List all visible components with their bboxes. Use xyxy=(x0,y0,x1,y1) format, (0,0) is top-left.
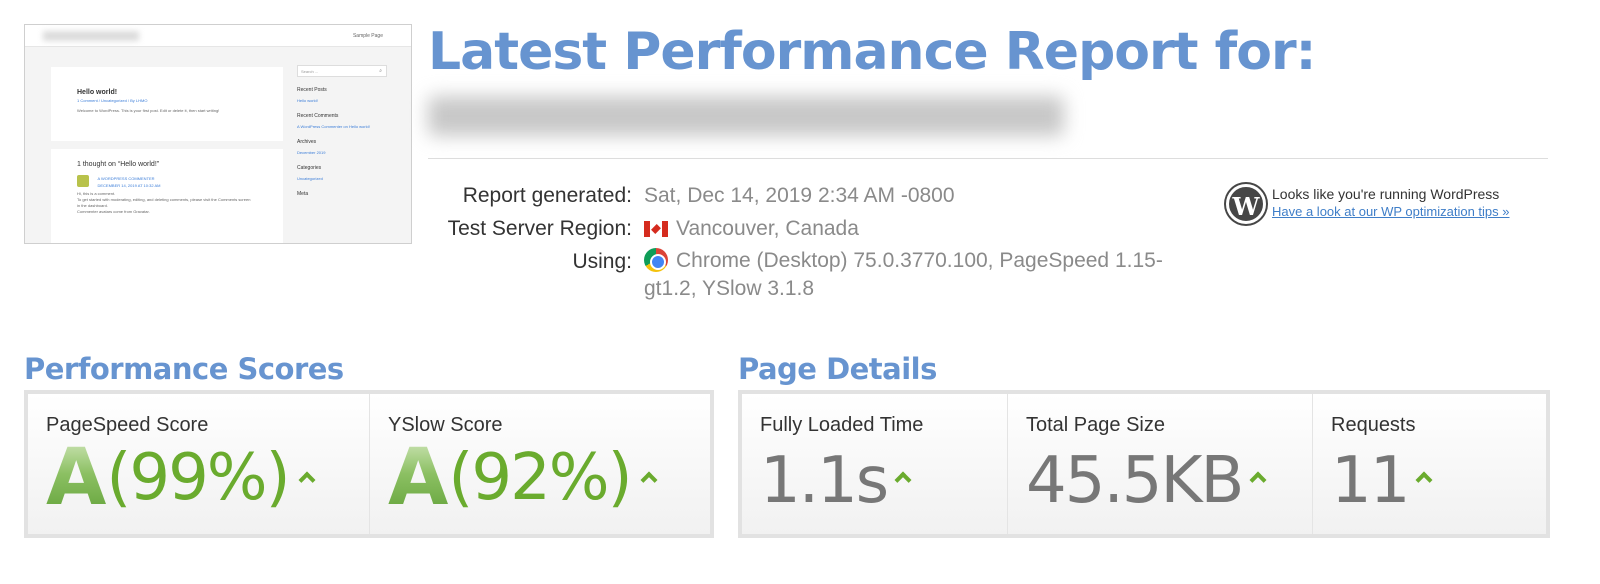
requests-cell[interactable]: Requests 11 xyxy=(1313,394,1546,534)
thumbnail-sidebar-heading: Categories xyxy=(297,165,322,171)
performance-scores-title: Performance Scores xyxy=(24,352,344,386)
chrome-icon xyxy=(644,248,668,272)
report-generated-value: Sat, Dec 14, 2019 2:34 AM -0800 xyxy=(644,184,955,207)
test-server-region-label: Test Server Region: xyxy=(447,217,632,240)
requests-value: 11 xyxy=(1331,444,1410,518)
thumbnail-site-name-blurred xyxy=(43,31,139,41)
fully-loaded-time-value: 1.1s xyxy=(760,444,889,518)
page-title: Latest Performance Report for: xyxy=(428,22,1316,82)
thumbnail-comment-date: DECEMBER 14, 2019 AT 10:32 AM xyxy=(97,183,161,188)
arrow-up-icon xyxy=(894,471,912,489)
divider xyxy=(428,158,1548,159)
thumbnail-sidebar-heading: Recent Comments xyxy=(297,113,339,119)
search-icon: ⌕ xyxy=(379,68,382,74)
total-page-size-label: Total Page Size xyxy=(1026,414,1165,436)
arrow-up-icon xyxy=(640,471,658,489)
test-server-region-value: Vancouver, Canada xyxy=(676,217,859,240)
thumbnail-nav-link: Sample Page xyxy=(352,33,383,39)
canada-flag-icon xyxy=(644,221,668,237)
total-page-size-value: 45.5KB xyxy=(1026,444,1244,518)
using-label: Using: xyxy=(572,250,632,273)
thumbnail-post-title: Hello world! xyxy=(77,89,118,96)
thumbnail-sidebar: Search ... ⌕ Recent Posts Hello world! R… xyxy=(297,65,387,197)
thumbnail-avatar xyxy=(77,175,89,187)
thumbnail-sidebar-link: Uncategorized xyxy=(297,176,323,181)
thumbnail-comments-card: 1 thought on “Hello world!” A WORDPRESS … xyxy=(51,149,283,243)
requests-label: Requests xyxy=(1331,414,1416,436)
using-value: Chrome (Desktop) 75.0.3770.100, PageSpee… xyxy=(644,249,1163,300)
arrow-up-icon xyxy=(298,471,316,489)
total-page-size-cell[interactable]: Total Page Size 45.5KB xyxy=(1008,394,1313,534)
wordpress-logo-icon: W xyxy=(1226,184,1266,224)
thumbnail-comments-title: 1 thought on “Hello world!” xyxy=(77,161,160,168)
thumbnail-post-card: Hello world! 1 Comment / Uncategorized /… xyxy=(51,67,283,141)
thumbnail-post-meta: 1 Comment / Uncategorized / By LHMO xyxy=(77,98,148,103)
report-generated-label: Report generated: xyxy=(462,184,632,207)
yslow-grade: A xyxy=(388,433,449,523)
thumbnail-sidebar-heading: Archives xyxy=(297,139,317,145)
pagespeed-score-cell[interactable]: PageSpeed Score A(99%) xyxy=(28,394,370,534)
page-details-title: Page Details xyxy=(738,352,937,386)
pagespeed-grade: A xyxy=(46,433,107,523)
thumbnail-sidebar-heading: Recent Posts xyxy=(297,87,327,93)
site-screenshot-thumbnail[interactable]: Sample Page Hello world! 1 Comment / Unc… xyxy=(24,24,412,244)
thumbnail-sidebar-link: A WordPress Commenter on Hello world! xyxy=(297,124,370,129)
fully-loaded-time-label: Fully Loaded Time xyxy=(760,414,924,436)
wordpress-notice-text: Looks like you're running WordPress xyxy=(1272,186,1500,202)
wp-optimization-tips-link[interactable]: Have a look at our WP optimization tips … xyxy=(1272,204,1510,219)
pagespeed-percent: (99%) xyxy=(106,441,290,515)
thumbnail-comment-line: Commenter avatars come from Gravatar. xyxy=(77,209,150,214)
yslow-percent: (92%) xyxy=(448,441,632,515)
thumbnail-search-placeholder: Search ... xyxy=(301,69,319,74)
thumbnail-commenter: A WORDPRESS COMMENTER xyxy=(97,176,155,181)
thumbnail-post-body: Welcome to WordPress. This is your first… xyxy=(77,108,220,113)
thumbnail-header: Sample Page xyxy=(25,25,411,47)
fully-loaded-time-cell[interactable]: Fully Loaded Time 1.1s xyxy=(742,394,1008,534)
thumbnail-sidebar-link: December 2019 xyxy=(297,150,326,155)
yslow-score-cell[interactable]: YSlow Score A(92%) xyxy=(370,394,710,534)
arrow-up-icon xyxy=(1249,471,1267,489)
thumbnail-main-content: Hello world! 1 Comment / Uncategorized /… xyxy=(51,67,283,243)
arrow-up-icon xyxy=(1415,471,1433,489)
page-details-panel: Fully Loaded Time 1.1s Total Page Size 4… xyxy=(738,390,1550,538)
thumbnail-sidebar-heading: Meta xyxy=(297,191,309,197)
thumbnail-sidebar-link: Hello world! xyxy=(297,98,318,103)
thumbnail-search: Search ... ⌕ xyxy=(297,65,387,77)
performance-scores-panel: PageSpeed Score A(99%) YSlow Score A(92%… xyxy=(24,390,714,538)
report-url-blurred[interactable] xyxy=(428,96,1064,136)
